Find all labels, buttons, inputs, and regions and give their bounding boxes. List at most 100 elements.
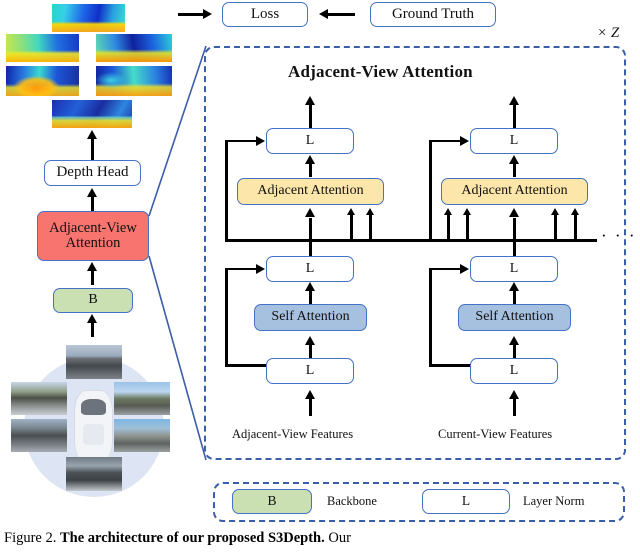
col1-adjattn-to-normtop-arrowhead bbox=[305, 155, 315, 164]
col2-adjacent-attention[interactable]: Adjacent Attention bbox=[441, 178, 588, 205]
camera-view-back-left bbox=[11, 419, 67, 452]
bus-ellipsis: · · · bbox=[601, 226, 637, 245]
figure-canvas: Depth Head Adjacent-View Attention B Los… bbox=[0, 0, 640, 560]
col1-normbottom-to-selfattn-arrowhead bbox=[305, 336, 315, 345]
col2-layer-norm-bottom[interactable]: L bbox=[470, 358, 558, 384]
col2-crossfeed-arrowhead-b bbox=[463, 208, 471, 215]
col1-output-arrowhead bbox=[305, 96, 315, 105]
col2-crossfeed-shaft-c bbox=[554, 215, 557, 241]
arrow-shaft-backbone-to-ava bbox=[91, 270, 95, 285]
camera-view-back-right bbox=[114, 419, 170, 452]
node-backbone[interactable]: B bbox=[53, 288, 133, 313]
col2-crossfeed-shaft-d bbox=[574, 215, 577, 241]
panel-title: Adjacent-View Attention bbox=[288, 62, 473, 81]
node-depth-head[interactable]: Depth Head bbox=[44, 160, 141, 186]
col2-output-arrowhead bbox=[509, 96, 519, 105]
col1-input-arrowhead bbox=[305, 390, 315, 399]
arrow-head-depthhead-to-maps bbox=[87, 130, 97, 139]
col1-residual-upper-vertical bbox=[225, 141, 228, 241]
arrow-head-backbone-to-ava bbox=[87, 262, 97, 271]
col1-main-feed-arrowhead bbox=[305, 208, 315, 217]
depth-map-front-right bbox=[96, 34, 172, 62]
legend-chip-backbone: B bbox=[232, 489, 312, 514]
col2-residual-upper-vertical bbox=[429, 141, 432, 241]
col1-crossfeed-shaft-a bbox=[350, 215, 353, 241]
arrow-shaft-input-to-backbone bbox=[91, 322, 95, 337]
col2-main-feed-shaft bbox=[513, 218, 517, 258]
ego-car-icon bbox=[74, 390, 113, 463]
col2-residual-upper-arrowhead bbox=[460, 136, 469, 146]
col2-residual-upper-horizontal bbox=[429, 139, 463, 143]
node-adjacent-view-attention[interactable]: Adjacent-View Attention bbox=[37, 211, 149, 261]
cross-view-feature-bus bbox=[225, 239, 597, 243]
col2-crossfeed-arrowhead-c bbox=[551, 208, 559, 215]
col2-residual-lower-tap bbox=[429, 364, 473, 367]
col2-normbottom-to-selfattn-arrowhead bbox=[509, 336, 519, 345]
col1-residual-upper-horizontal bbox=[225, 139, 259, 143]
arrow-head-ava-to-depthhead bbox=[87, 188, 97, 197]
node-adjacent-view-attention-line2: Attention bbox=[65, 235, 121, 251]
col1-output-shaft bbox=[309, 104, 313, 128]
legend-label-backbone: Backbone bbox=[327, 494, 377, 508]
col1-adjacent-attention[interactable]: Adjacent Attention bbox=[237, 178, 384, 205]
col1-residual-lower-arrowhead bbox=[256, 264, 265, 274]
col2-selfattn-to-normmid-arrowhead bbox=[509, 282, 519, 291]
caption-suffix: Our bbox=[328, 530, 351, 546]
figure-caption: Figure 2. The architecture of our propos… bbox=[4, 530, 640, 547]
col1-residual-lower-horizontal bbox=[225, 267, 259, 271]
col1-crossfeed-arrowhead-b bbox=[366, 208, 374, 215]
col1-residual-lower-tap bbox=[225, 364, 269, 367]
depth-map-back-right bbox=[96, 66, 172, 96]
col2-self-attention[interactable]: Self Attention bbox=[458, 304, 571, 331]
legend-label-layer-norm: Layer Norm bbox=[523, 494, 585, 508]
col1-crossfeed-arrowhead-a bbox=[347, 208, 355, 215]
col2-crossfeed-shaft-b bbox=[466, 215, 469, 241]
repeat-count-label: × Z bbox=[597, 25, 620, 41]
col2-adjattn-to-normtop-shaft bbox=[513, 163, 517, 177]
depth-map-back bbox=[52, 100, 132, 128]
col2-footer-label: Current-View Features bbox=[438, 427, 553, 441]
col2-residual-lower-arrowhead bbox=[460, 264, 469, 274]
col1-footer-label: Adjacent-View Features bbox=[232, 427, 354, 441]
col2-crossfeed-arrowhead-d bbox=[571, 208, 579, 215]
col2-layer-norm-top[interactable]: L bbox=[470, 128, 558, 154]
col2-main-feed-arrowhead bbox=[509, 208, 519, 217]
col2-input-shaft bbox=[513, 398, 517, 416]
col2-layer-norm-middle[interactable]: L bbox=[470, 256, 558, 282]
camera-view-back bbox=[66, 457, 122, 491]
depth-map-front-left bbox=[6, 34, 79, 62]
col1-crossfeed-shaft-b bbox=[369, 215, 372, 241]
col2-input-arrowhead bbox=[509, 390, 519, 399]
col1-layer-norm-middle[interactable]: L bbox=[266, 256, 354, 282]
arrow-head-maps-to-loss bbox=[203, 8, 212, 19]
col1-input-shaft bbox=[309, 398, 313, 416]
col1-layer-norm-top[interactable]: L bbox=[266, 128, 354, 154]
col1-main-feed-shaft bbox=[309, 218, 313, 258]
col2-selfattn-to-normmid-shaft bbox=[513, 290, 517, 304]
camera-view-front-right bbox=[114, 382, 170, 415]
col2-residual-lower-horizontal bbox=[429, 267, 463, 271]
node-ground-truth[interactable]: Ground Truth bbox=[370, 2, 496, 27]
col1-layer-norm-bottom[interactable]: L bbox=[266, 358, 354, 384]
arrow-head-input-to-backbone bbox=[87, 314, 97, 323]
depth-map-back-left bbox=[6, 66, 79, 96]
col1-self-attention[interactable]: Self Attention bbox=[254, 304, 367, 331]
arrow-shaft-ava-to-depthhead bbox=[91, 196, 95, 212]
col1-residual-lower-vertical bbox=[225, 268, 228, 366]
legend-chip-layer-norm: L bbox=[422, 489, 510, 514]
adjacent-view-attention-panel bbox=[204, 46, 626, 460]
col2-adjattn-to-normtop-arrowhead bbox=[509, 155, 519, 164]
col2-crossfeed-arrowhead-a bbox=[444, 208, 452, 215]
caption-bold: The architecture of our proposed S3Depth… bbox=[59, 530, 325, 546]
col2-residual-lower-vertical bbox=[429, 268, 432, 366]
col1-adjattn-to-normtop-shaft bbox=[309, 163, 313, 177]
camera-view-front bbox=[66, 345, 122, 379]
node-adjacent-view-attention-line1: Adjacent-View bbox=[49, 219, 137, 236]
camera-view-front-left bbox=[11, 382, 67, 415]
node-loss[interactable]: Loss bbox=[222, 2, 308, 27]
caption-prefix: Figure 2. bbox=[4, 530, 57, 546]
col2-crossfeed-shaft-a bbox=[447, 215, 450, 241]
arrow-shaft-maps-to-loss bbox=[178, 13, 205, 17]
arrow-shaft-depthhead-to-maps bbox=[91, 138, 95, 160]
arrow-shaft-gt-to-loss bbox=[325, 13, 355, 17]
